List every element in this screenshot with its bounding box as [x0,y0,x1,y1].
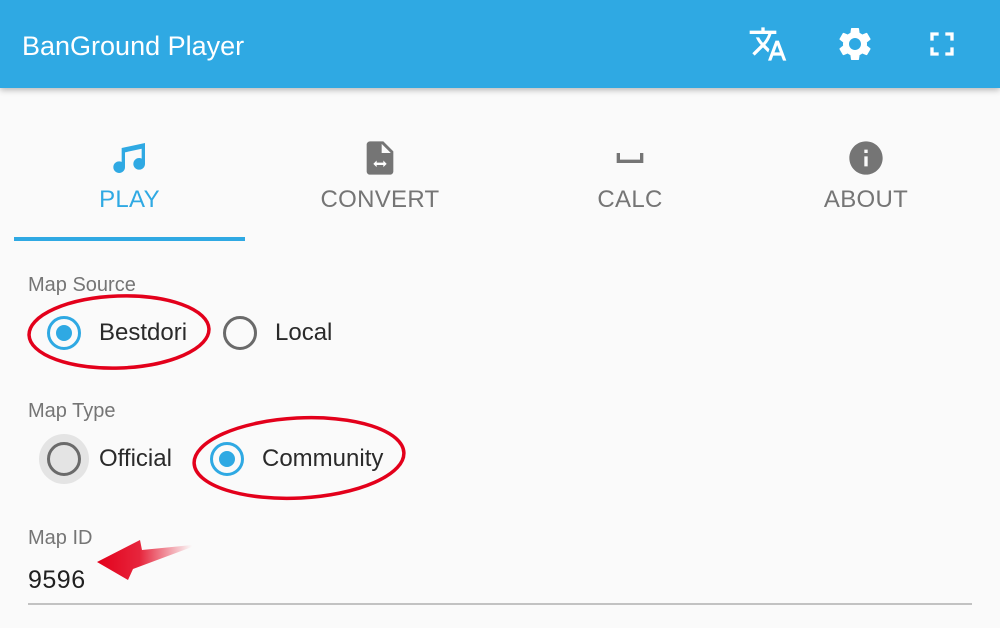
music-note-icon [110,138,150,178]
settings-button[interactable] [833,22,877,66]
radio-official[interactable]: Official [39,434,172,484]
radio-bestdori-circle[interactable] [47,316,81,350]
radio-community-label: Community [262,445,384,472]
radio-official-label: Official [99,445,172,472]
translate-icon [749,27,787,61]
info-icon [846,138,886,178]
tab-bar: PLAY CONVERT CALC ABOUT [0,88,1000,244]
radio-community[interactable]: Community [202,434,383,484]
tab-about-label: ABOUT [823,186,909,213]
translate-button[interactable] [746,22,790,66]
app-bar: BanGround Player [0,0,1000,88]
map-type-label: Map Type [28,400,116,422]
fullscreen-button[interactable] [920,22,964,66]
radio-local[interactable]: Local [215,308,332,358]
tab-play-label: PLAY [99,186,160,213]
radio-community-circle[interactable] [210,442,244,476]
tab-convert[interactable]: CONVERT [255,88,505,242]
file-convert-icon [360,138,400,178]
tab-calc-label: CALC [597,186,663,213]
radio-local-circle[interactable] [223,316,257,350]
map-id-input[interactable] [28,553,972,605]
tab-calc[interactable]: CALC [515,88,745,242]
radio-bestdori-label: Bestdori [99,319,188,346]
tab-convert-label: CONVERT [320,186,440,213]
gear-icon [839,27,871,60]
radio-official-circle[interactable] [47,442,81,476]
fullscreen-icon [930,32,954,56]
space-bar-icon [610,138,650,178]
tab-about[interactable]: ABOUT [755,88,977,242]
map-id-label: Map ID [28,527,93,549]
radio-local-label: Local [275,319,333,346]
app-title: BanGround Player [22,31,245,61]
map-source-label: Map Source [28,274,136,296]
active-tab-indicator [14,237,245,241]
tab-play[interactable]: PLAY [14,88,245,242]
radio-bestdori[interactable]: Bestdori [39,308,187,358]
